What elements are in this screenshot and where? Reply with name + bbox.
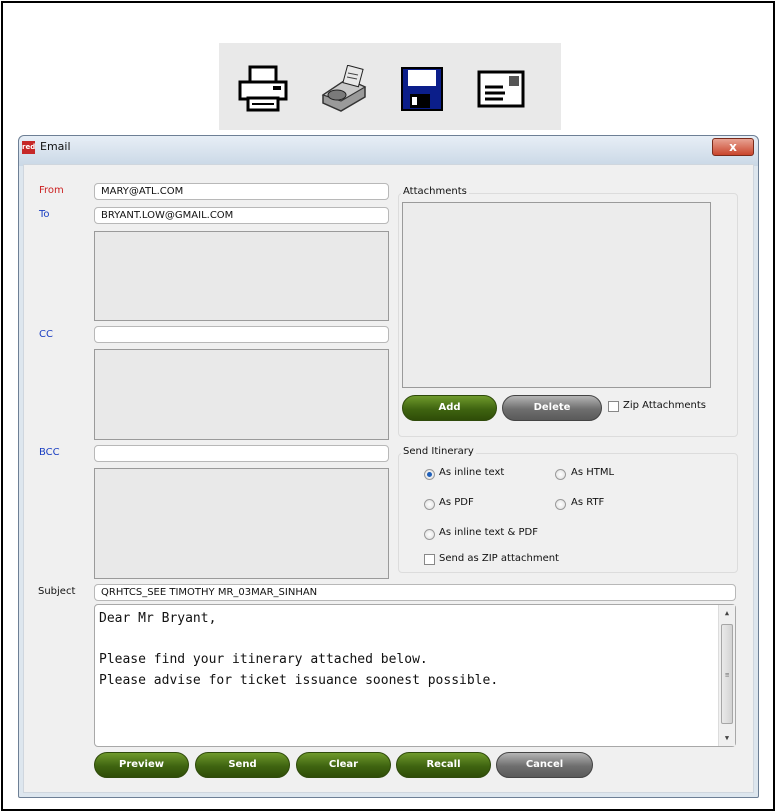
delete-attachment-button[interactable]: Delete (502, 395, 602, 421)
message-body[interactable]: Dear Mr Bryant, Please find your itinera… (94, 604, 736, 747)
clear-button[interactable]: Clear (296, 752, 391, 778)
cc-recipients-list[interactable] (94, 349, 389, 440)
bcc-label: BCC (39, 447, 60, 458)
from-field[interactable]: MARY@ATL.COM (94, 183, 389, 200)
send-as-zip-checkbox[interactable] (424, 554, 435, 565)
bcc-field[interactable] (94, 445, 389, 462)
recall-button[interactable]: Recall (396, 752, 491, 778)
email-form: From MARY@ATL.COM To BRYANT.LOW@GMAIL.CO… (23, 164, 754, 793)
as-pdf-label: As PDF (439, 497, 474, 508)
send-itinerary-title: Send Itinerary (401, 446, 476, 457)
cc-field[interactable] (94, 326, 389, 343)
close-button[interactable]: x (712, 138, 754, 156)
to-label: To (39, 209, 50, 220)
window-title: Email (40, 140, 71, 153)
subject-field[interactable]: QRHTCS_SEE TIMOTHY MR_03MAR_SINHAN (94, 584, 736, 601)
email-window: red Email x From MARY@ATL.COM To BRYANT.… (18, 135, 759, 798)
as-inline-text-pdf-label: As inline text & PDF (439, 527, 538, 538)
add-attachment-button[interactable]: Add (402, 395, 497, 421)
grip-icon: ≡ (725, 671, 730, 679)
body-line: Please find your itinerary attached belo… (99, 652, 428, 667)
as-inline-text-pdf-radio[interactable] (424, 529, 435, 540)
scroll-up-arrow-icon[interactable]: ▲ (719, 605, 735, 621)
body-scrollbar[interactable]: ▲ ≡ ▼ (718, 605, 735, 746)
printer-icon[interactable] (237, 65, 289, 113)
cancel-button[interactable]: Cancel (496, 752, 593, 778)
as-pdf-radio[interactable] (424, 499, 435, 510)
send-as-zip-label: Send as ZIP attachment (439, 553, 559, 564)
as-html-radio[interactable] (555, 469, 566, 480)
scroll-thumb[interactable]: ≡ (721, 624, 733, 724)
as-rtf-radio[interactable] (555, 499, 566, 510)
as-inline-text-radio[interactable] (424, 469, 435, 480)
subject-label: Subject (38, 586, 76, 597)
to-recipients-list[interactable] (94, 231, 389, 321)
send-button[interactable]: Send (195, 752, 290, 778)
as-html-label: As HTML (571, 467, 615, 478)
app-icon: red (22, 141, 35, 154)
floppy-disk-icon[interactable] (396, 65, 448, 113)
cc-label: CC (39, 329, 53, 340)
from-label: From (39, 185, 64, 196)
to-field[interactable]: BRYANT.LOW@GMAIL.COM (94, 207, 389, 224)
preview-button[interactable]: Preview (94, 752, 189, 778)
title-bar[interactable]: red Email x (19, 136, 758, 166)
attachments-title: Attachments (401, 186, 469, 197)
zip-attachments-label: Zip Attachments (623, 400, 706, 411)
zip-attachments-checkbox[interactable] (608, 401, 619, 412)
toolbar (219, 43, 561, 130)
attachments-list[interactable] (402, 202, 711, 388)
scroll-down-arrow-icon[interactable]: ▼ (719, 730, 735, 746)
bcc-recipients-list[interactable] (94, 468, 389, 579)
as-rtf-label: As RTF (571, 497, 605, 508)
fax-icon[interactable] (317, 64, 369, 113)
as-inline-text-label: As inline text (439, 467, 505, 478)
envelope-icon[interactable] (475, 65, 527, 113)
body-line: Dear Mr Bryant, (99, 611, 217, 626)
body-line: Please advise for ticket issuance soones… (99, 673, 499, 688)
